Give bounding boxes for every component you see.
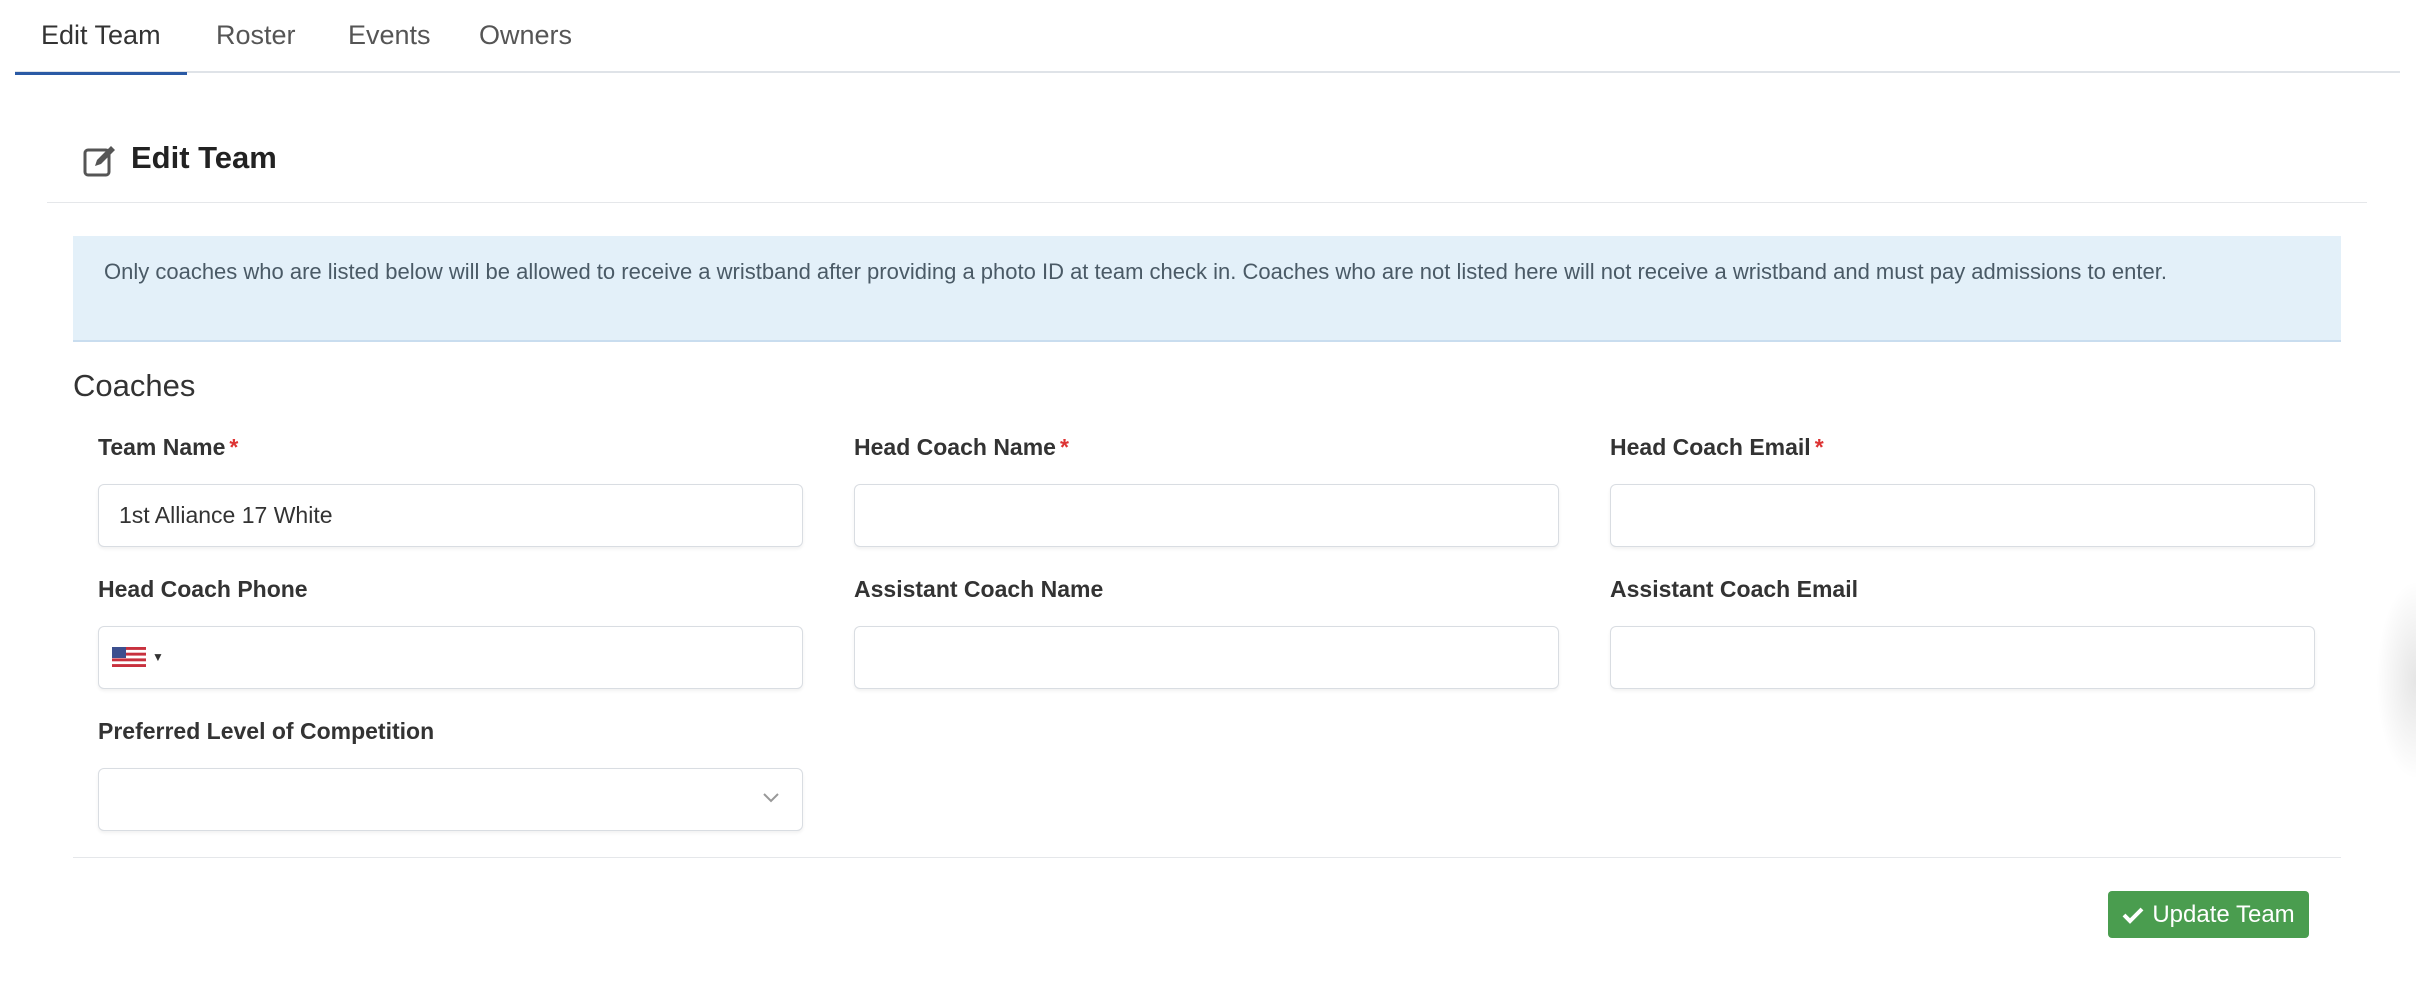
assistant-coach-email-label: Assistant Coach Email — [1610, 576, 1858, 602]
head-coach-phone-label: Head Coach Phone — [98, 576, 308, 602]
preferred-level-select[interactable] — [98, 768, 803, 831]
required-marker: * — [1814, 434, 1824, 460]
head-coach-email-label: Head Coach Email * — [1610, 434, 1824, 460]
tab-bar: Edit Team Roster Events Owners — [15, 0, 2400, 75]
edge-shadow — [2376, 580, 2416, 780]
team-name-input[interactable] — [98, 484, 803, 547]
tab-edit-team[interactable]: Edit Team — [15, 0, 187, 75]
check-icon — [2122, 907, 2144, 924]
tab-owners[interactable]: Owners — [453, 0, 598, 73]
assistant-coach-name-input[interactable] — [854, 626, 1559, 689]
team-name-label: Team Name * — [98, 434, 239, 460]
us-flag-icon[interactable] — [112, 647, 146, 667]
update-team-button[interactable]: Update Team — [2108, 891, 2309, 938]
head-coach-name-input[interactable] — [854, 484, 1559, 547]
assistant-coach-email-input[interactable] — [1610, 626, 2315, 689]
country-dropdown-caret-icon[interactable]: ▼ — [152, 650, 164, 664]
required-marker: * — [229, 434, 239, 460]
required-marker: * — [1059, 434, 1069, 460]
head-coach-name-label: Head Coach Name * — [854, 434, 1069, 460]
tab-roster[interactable]: Roster — [190, 0, 322, 73]
footer-divider — [73, 857, 2341, 858]
page-title: Edit Team — [131, 140, 277, 175]
section-title-coaches: Coaches — [73, 368, 196, 403]
update-team-label: Update Team — [2152, 900, 2295, 928]
info-alert: Only coaches who are listed below will b… — [73, 236, 2341, 342]
head-coach-email-input[interactable] — [1610, 484, 2315, 547]
tab-events[interactable]: Events — [322, 0, 457, 73]
preferred-level-label: Preferred Level of Competition — [98, 718, 435, 744]
assistant-coach-name-label: Assistant Coach Name — [854, 576, 1104, 602]
edit-icon — [83, 146, 115, 177]
head-coach-phone-input[interactable] — [98, 626, 803, 689]
card-header: Edit Team — [47, 130, 2367, 203]
chevron-down-icon — [763, 793, 779, 803]
